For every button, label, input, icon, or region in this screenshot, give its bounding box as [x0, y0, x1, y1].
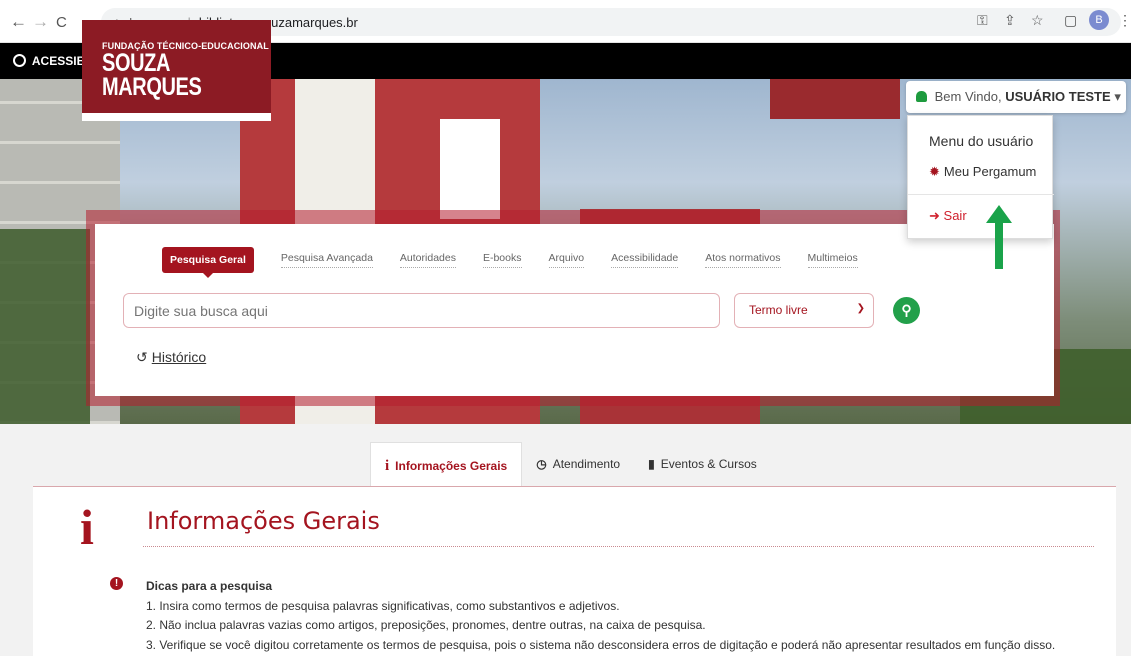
forward-icon[interactable]: →	[32, 13, 49, 30]
menu-item-label: Sair	[943, 208, 967, 223]
sidebar-icon[interactable]: ▢	[1064, 12, 1077, 29]
key-icon[interactable]: ⚿	[977, 12, 988, 29]
tab-pesquisa-avancada[interactable]: Pesquisa Avançada	[280, 252, 373, 268]
user-name: USUÁRIO TESTE	[1005, 89, 1111, 104]
history-link[interactable]: ↺ Histórico	[136, 349, 206, 366]
tips-list: Dicas para a pesquisa 1. Insira como ter…	[146, 577, 1055, 655]
logo-base	[82, 113, 271, 121]
user-dropdown: Menu do usuário ✹ Meu Pergamum ➜ Sair	[907, 115, 1054, 239]
logo-title: SOUZA MARQUES	[102, 49, 202, 101]
search-icon: ⚲	[901, 302, 912, 318]
search-type-value: Termo livre	[749, 303, 808, 317]
info-icon: i	[80, 499, 94, 555]
accessibility-icon	[13, 54, 26, 67]
tab-label: Eventos & Cursos	[660, 457, 757, 471]
search-type-select[interactable]: Termo livre ❯	[734, 293, 874, 328]
search-input[interactable]	[123, 293, 720, 328]
welcome-prefix: Bem Vindo,	[934, 89, 1002, 104]
tab-multimeios[interactable]: Multimeios	[807, 252, 858, 268]
info-tabs: i Informações Gerais ◷ Atendimento ▮ Evento…	[370, 442, 771, 487]
tip-item: 1. Insira como termos de pesquisa palavr…	[146, 598, 620, 613]
tab-ebooks[interactable]: E-books	[482, 252, 522, 268]
tab-acessibilidade[interactable]: Acessibilidade	[611, 252, 679, 268]
menu-item-meu-pergamum[interactable]: ✹ Meu Pergamum	[929, 164, 1036, 180]
menu-icon[interactable]: ⋮	[1118, 12, 1131, 29]
back-icon[interactable]: ←	[10, 13, 27, 30]
tab-autoridades[interactable]: Autoridades	[399, 252, 456, 268]
menu-title: Menu do usuário	[929, 133, 1034, 149]
profile-avatar[interactable]: B	[1089, 10, 1109, 30]
tab-atendimento[interactable]: ◷ Atendimento	[522, 442, 634, 487]
gear-icon: ✹	[929, 164, 940, 179]
building-photo	[440, 119, 500, 219]
tab-label: Informações Gerais	[395, 459, 508, 473]
user-menu-toggle[interactable]: Bem Vindo, USUÁRIO TESTE ▾	[906, 81, 1126, 113]
institution-logo[interactable]: FUNDAÇÃO TÉCNICO-EDUCACIONAL SOUZA MARQU…	[82, 20, 271, 113]
tab-eventos-cursos[interactable]: ▮ Eventos & Cursos	[634, 442, 771, 487]
building-photo	[770, 79, 900, 119]
menu-item-sair[interactable]: ➜ Sair	[929, 208, 967, 224]
tab-atos-normativos[interactable]: Atos normativos	[705, 252, 781, 268]
tab-informacoes-gerais[interactable]: i Informações Gerais	[370, 442, 523, 487]
logout-icon: ➜	[929, 208, 940, 223]
history-label: Histórico	[151, 349, 207, 365]
divider	[143, 546, 1094, 547]
divider	[908, 194, 1054, 195]
bookmark-icon: ▮	[648, 457, 655, 471]
reload-icon[interactable]: C	[56, 14, 67, 31]
clock-icon: ◷	[536, 457, 547, 471]
tip-item: 3. Verifique se você digitou corretament…	[146, 637, 1056, 652]
chevron-down-icon: ❯	[856, 303, 865, 314]
section-title: Informações Gerais	[147, 507, 380, 535]
tab-pesquisa-geral[interactable]: Pesquisa Geral	[162, 247, 254, 278]
history-icon: ↺	[136, 349, 148, 365]
star-icon[interactable]: ☆	[1031, 12, 1044, 29]
tree-photo	[0, 229, 90, 424]
tab-label: Atendimento	[552, 457, 621, 471]
search-tabs: Pesquisa Geral Pesquisa Avançada Autorid…	[162, 247, 885, 278]
exclamation-icon: !	[110, 577, 123, 590]
share-icon[interactable]: ⇪	[1004, 12, 1016, 29]
annotation-arrow-icon	[986, 205, 1012, 269]
tip-item: 2. Não inclua palavras vazias como artig…	[146, 618, 706, 632]
info-icon: i	[385, 458, 390, 474]
menu-item-label: Meu Pergamum	[943, 164, 1037, 179]
search-button[interactable]: ⚲	[893, 297, 920, 324]
user-icon	[916, 91, 927, 102]
tab-arquivo[interactable]: Arquivo	[548, 252, 585, 268]
caret-down-icon: ▾	[1114, 89, 1121, 104]
tips-heading: Dicas para a pesquisa	[146, 579, 273, 593]
